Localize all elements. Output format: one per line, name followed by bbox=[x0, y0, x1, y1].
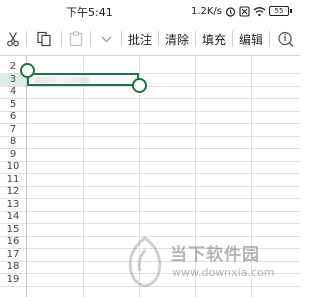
row-divider bbox=[0, 160, 300, 162]
status-indicators: 1.2K/s 55 bbox=[191, 3, 292, 19]
copy-button[interactable] bbox=[27, 22, 61, 56]
row-header[interactable]: 10 bbox=[0, 161, 26, 173]
selection-start-handle[interactable] bbox=[20, 63, 35, 78]
row-divider bbox=[0, 173, 300, 174]
row-header[interactable]: 5 bbox=[0, 99, 26, 111]
edit-button[interactable]: 编辑 bbox=[233, 22, 269, 56]
comment-button[interactable]: 批注 bbox=[122, 22, 158, 56]
battery-level: 55 bbox=[269, 6, 289, 16]
watermark-text: 当下软件园 bbox=[170, 245, 260, 265]
row-header[interactable]: 14 bbox=[0, 211, 26, 223]
watermark: 当下软件园 www.downxia.com bbox=[122, 236, 300, 297]
row-divider bbox=[0, 110, 300, 112]
row-header[interactable]: 11 bbox=[0, 174, 26, 186]
row-header[interactable]: 18 bbox=[0, 261, 26, 273]
row-header[interactable]: 6 bbox=[0, 111, 26, 123]
clear-button[interactable]: 清除 bbox=[159, 22, 195, 56]
row-divider bbox=[0, 185, 300, 187]
status-bar: 下午5:41 1.2K/s 55 bbox=[0, 0, 300, 22]
chevron-down-icon bbox=[101, 36, 111, 42]
edit-toolbar: 批注 清除 填充 编辑 bbox=[0, 22, 300, 56]
row-divider bbox=[0, 148, 300, 149]
row-divider bbox=[0, 98, 300, 99]
row-header[interactable]: 15 bbox=[0, 224, 26, 236]
watermark-logo-icon bbox=[128, 236, 162, 288]
row-header[interactable]: 7 bbox=[0, 124, 26, 136]
row-divider bbox=[0, 198, 300, 199]
row-header[interactable]: 12 bbox=[0, 186, 26, 198]
copy-icon bbox=[37, 31, 51, 47]
status-time: 下午5:41 bbox=[66, 6, 113, 19]
row-header[interactable]: 8 bbox=[0, 136, 26, 148]
paste-button[interactable] bbox=[62, 22, 90, 56]
selection-end-handle[interactable] bbox=[132, 78, 147, 93]
find-button[interactable] bbox=[270, 22, 300, 56]
scissors-icon bbox=[7, 32, 19, 47]
watermark-url: www.downxia.com bbox=[172, 266, 275, 279]
row-divider bbox=[0, 223, 300, 224]
selected-cell-range[interactable] bbox=[27, 73, 139, 86]
blurred-cell-content bbox=[35, 77, 89, 83]
row-divider bbox=[0, 210, 300, 212]
column-divider bbox=[83, 56, 84, 297]
fill-button[interactable]: 填充 bbox=[196, 22, 232, 56]
row-divider bbox=[0, 123, 300, 124]
cut-button[interactable] bbox=[0, 22, 26, 56]
row-header[interactable]: 13 bbox=[0, 199, 26, 211]
battery-indicator: 55 bbox=[269, 6, 292, 16]
row-header[interactable]: 9 bbox=[0, 149, 26, 161]
search-icon bbox=[277, 31, 293, 47]
row-header-divider bbox=[26, 56, 27, 297]
row-header[interactable]: 17 bbox=[0, 249, 26, 261]
more-dropdown-button[interactable] bbox=[91, 22, 121, 56]
wifi-icon bbox=[253, 6, 266, 16]
row-header[interactable]: 4 bbox=[0, 86, 26, 98]
network-speed: 1.2K/s bbox=[190, 5, 222, 17]
paste-icon bbox=[69, 31, 83, 47]
alarm-icon bbox=[225, 6, 236, 17]
row-header[interactable]: 16 bbox=[0, 236, 26, 248]
row-header[interactable]: 19 bbox=[0, 274, 26, 286]
sim-off-icon bbox=[239, 5, 250, 17]
row-divider bbox=[0, 135, 300, 137]
